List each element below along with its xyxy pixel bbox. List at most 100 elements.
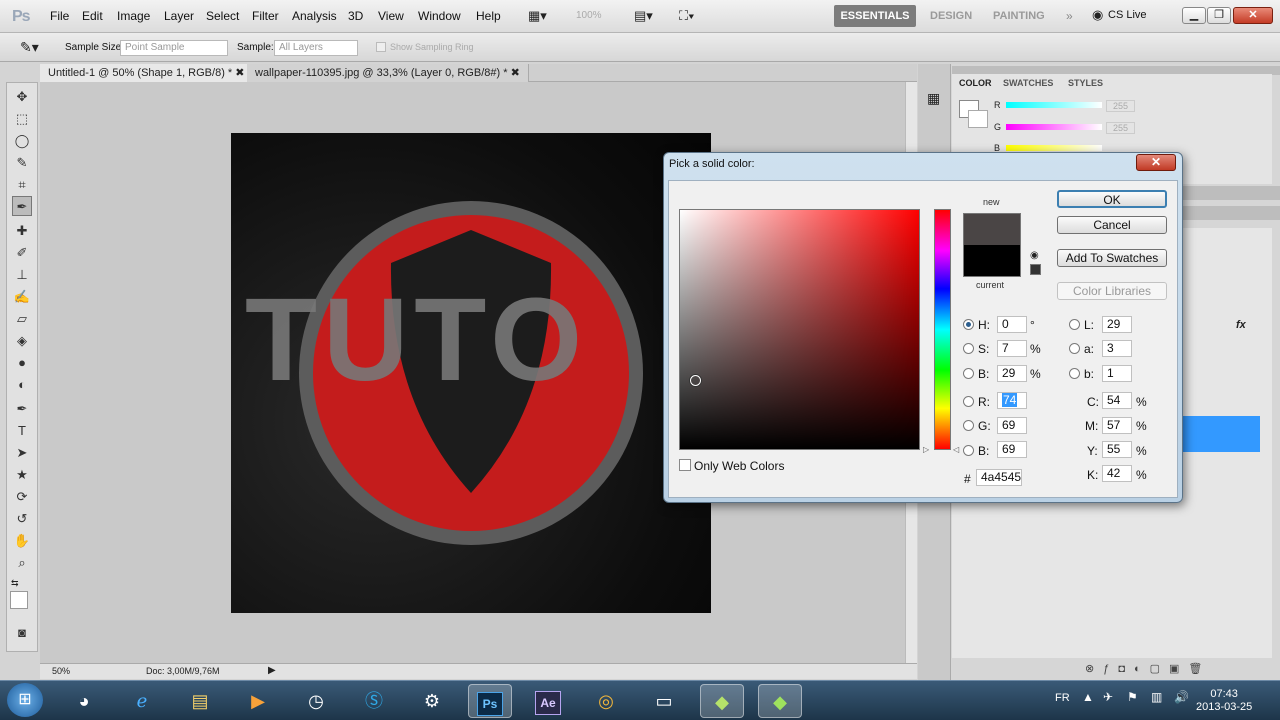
menu-image[interactable]: Image [117,9,150,23]
start-button[interactable]: ⊞ [7,683,43,717]
color-field[interactable] [679,209,920,450]
marquee-tool-icon[interactable]: ⬚ [12,109,32,129]
gamut-warning-icon[interactable]: ◉ [1030,250,1039,261]
tab-close-icon[interactable]: ✖ [511,67,520,79]
ie-taskbar-icon[interactable]: ℯ [120,684,164,718]
terminal-taskbar-icon[interactable]: ▭ [642,684,686,718]
arrange-icon[interactable]: ▤▾ [634,8,653,24]
black-input[interactable]: 42 [1102,465,1132,482]
healing-tool-icon[interactable]: ✚ [12,221,32,241]
menu-file[interactable]: File [50,9,69,23]
cyan-input[interactable]: 54 [1102,392,1132,409]
after-effects-taskbar-icon[interactable]: Ae [526,684,570,718]
web-safe-swatch[interactable] [1030,264,1041,275]
zoom-level[interactable]: 100% [576,10,602,21]
workspace-painting[interactable]: PAINTING [993,10,1045,22]
menu-layer[interactable]: Layer [164,9,194,23]
panel-bg-swatch[interactable] [968,110,988,128]
sample-size-select[interactable]: Point Sample [120,40,228,56]
menu-window[interactable]: Window [418,9,461,23]
game-a-taskbar-icon[interactable]: ◆ [700,684,744,718]
chrome-taskbar-icon[interactable]: ◕ [62,684,106,718]
status-menu-arrow-icon[interactable]: ▶ [268,665,276,676]
sample-select[interactable]: All Layers [274,40,358,56]
bucket-tool-icon[interactable]: ◈ [12,331,32,351]
green-input[interactable]: 69 [997,417,1027,434]
hue-arrow-left-icon[interactable]: ▷ [923,445,929,454]
channel-r-slider[interactable] [1006,102,1102,108]
workspace-essentials[interactable]: ESSENTIALS [834,5,916,27]
radio-lab-l[interactable] [1069,319,1080,330]
color-field-marker[interactable] [690,375,701,386]
lab-a-input[interactable]: 3 [1102,340,1132,357]
zoom-tool-icon[interactable]: ⌕ [12,553,32,573]
radio-red[interactable] [963,396,974,407]
media-player-taskbar-icon[interactable]: ▶ [236,684,280,718]
history-brush-icon[interactable]: ✍ [12,287,32,307]
action-center-icon[interactable]: ⚑ [1127,690,1138,704]
tab-swatches[interactable]: SWATCHES [1003,78,1053,88]
status-zoom[interactable]: 50% [52,666,70,676]
eyedropper-preset-icon[interactable]: ✎▾ [20,39,39,56]
cs-live-menu[interactable]: CS Live [1108,9,1147,21]
show-hidden-icons-icon[interactable]: ▲ [1082,690,1094,704]
magenta-input[interactable]: 57 [1102,417,1132,434]
tab-close-icon[interactable]: ✖ [235,67,244,79]
menu-analysis[interactable]: Analysis [292,9,337,23]
menu-3d[interactable]: 3D [348,9,363,23]
workspace-design[interactable]: DESIGN [930,10,972,22]
swap-colors-icon[interactable]: ⇆ [11,578,19,589]
radio-hue[interactable] [963,319,974,330]
cancel-button[interactable]: Cancel [1057,216,1167,234]
tab-wallpaper[interactable]: wallpaper-110395.jpg @ 33,3% (Layer 0, R… [247,64,529,82]
more-workspaces-icon[interactable]: » [1066,9,1073,23]
only-web-colors-checkbox[interactable] [679,459,691,471]
tab-color[interactable]: COLOR [959,78,992,88]
add-to-swatches-button[interactable]: Add To Swatches [1057,249,1167,267]
dialog-close-button[interactable]: ✕ [1136,154,1176,171]
color-libraries-button[interactable]: Color Libraries [1057,282,1167,300]
menu-select[interactable]: Select [206,9,239,23]
path-select-icon[interactable]: ➤ [12,443,32,463]
menu-edit[interactable]: Edit [82,9,103,23]
channel-g-slider[interactable] [1006,124,1102,130]
stamp-tool-icon[interactable]: ⊥ [12,265,32,285]
hex-input[interactable]: 4a4545 [976,469,1022,486]
hue-slider[interactable] [934,209,951,450]
maximize-button[interactable]: ❐ [1207,7,1231,24]
taskbar-clock[interactable]: 07:43 2013-03-25 [1196,688,1252,714]
3d-orbit-icon[interactable]: ↺ [12,509,32,529]
layer-actions-icons[interactable]: ⊗ƒ◘◐▢▣🗑 [1085,662,1211,675]
close-button[interactable]: ✕ [1233,7,1273,24]
skype-taskbar-icon[interactable]: Ⓢ [352,684,396,718]
3d-rotate-icon[interactable]: ⟳ [12,487,32,507]
steam-taskbar-icon[interactable]: ⚙ [410,684,454,718]
foreground-color-swatch[interactable] [10,591,28,609]
clock-app-taskbar-icon[interactable]: ◷ [294,684,338,718]
current-color-swatch[interactable] [963,245,1021,277]
move-tool-icon[interactable]: ✥ [12,87,32,107]
quick-select-tool-icon[interactable]: ✎ [12,153,32,173]
channel-g-value[interactable]: 255 [1106,122,1136,134]
lab-b-input[interactable]: 1 [1102,365,1132,382]
hue-arrow-right-icon[interactable]: ◁ [953,445,959,454]
language-indicator[interactable]: FR [1055,692,1070,704]
eraser-tool-icon[interactable]: ▱ [12,309,32,329]
extras-icon[interactable]: ⛶▾ [679,8,694,24]
tab-untitled[interactable]: Untitled-1 @ 50% (Shape 1, RGB/8) * ✖ [40,64,254,82]
lasso-tool-icon[interactable]: ◯ [12,131,32,151]
selected-layer-row[interactable] [1182,416,1260,452]
lab-l-input[interactable]: 29 [1102,316,1132,333]
hue-input[interactable]: 0 [997,316,1027,333]
screen-mode-icon[interactable]: ▦▾ [528,8,547,24]
blur-tool-icon[interactable]: ● [12,353,32,373]
red-input[interactable]: 74 [997,392,1027,409]
photoshop-taskbar-icon[interactable]: Ps [468,684,512,718]
network-icon[interactable]: ▥ [1151,690,1162,704]
saturation-input[interactable]: 7 [997,340,1027,357]
radio-blue[interactable] [963,445,974,456]
radio-brightness[interactable] [963,368,974,379]
pen-tool-icon[interactable]: ✒ [12,399,32,419]
yellow-input[interactable]: 55 [1102,441,1132,458]
radio-lab-a[interactable] [1069,343,1080,354]
